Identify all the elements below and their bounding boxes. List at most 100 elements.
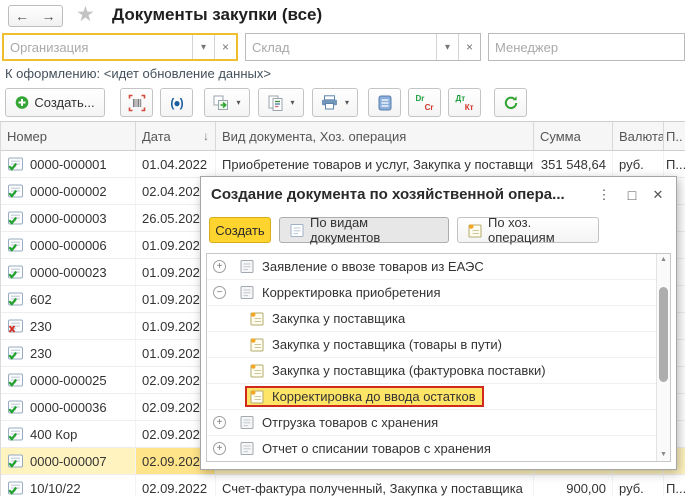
dialog-close-icon[interactable]: ✕ — [648, 185, 668, 205]
tree-scrollbar[interactable]: ▲ ▼ — [656, 254, 670, 461]
doc-types-icon — [290, 223, 304, 237]
cell-number: 400 Кор — [1, 421, 136, 447]
expand-toggle-icon[interactable]: − — [213, 286, 226, 299]
cell-date: 01.04.2022 — [136, 151, 216, 177]
tree-item-label: Закупка у поставщика (товары в пути) — [272, 337, 503, 352]
cell-sum: 351 548,64 — [534, 151, 613, 177]
scroll-up-icon[interactable]: ▲ — [657, 254, 670, 266]
back-button[interactable]: ← — [8, 5, 36, 27]
tree-item-inner: Закупка у поставщика — [245, 308, 413, 329]
cell-currency: руб. — [613, 151, 664, 177]
cell-number: 230 — [1, 340, 136, 366]
dr-cr-button[interactable]: Dr Cr — [408, 88, 441, 117]
tree-item[interactable]: Закупка у поставщика (фактуровка поставк… — [207, 358, 670, 384]
forward-button[interactable]: → — [35, 5, 63, 27]
organization-input[interactable] — [4, 35, 192, 59]
barcode-scan-button[interactable] — [120, 88, 153, 117]
toolbar: Создать... (●) ▾ ▾ ▾ Dr Cr Дт Кт — [0, 88, 685, 118]
tree-item[interactable]: Закупка у поставщика — [207, 306, 670, 332]
operation-icon — [250, 312, 264, 326]
refresh-icon — [504, 95, 517, 109]
tree-item[interactable]: − Корректировка приобретения — [207, 280, 670, 306]
column-header-date[interactable]: Дата ↓ — [136, 122, 216, 150]
tree-item-inner: Корректировка приобретения — [235, 282, 448, 303]
to-process-link[interactable]: К оформлению: <идет обновление данных> — [5, 66, 271, 81]
warehouse-dropdown-icon[interactable]: ▾ — [436, 34, 458, 60]
by-operations-toggle[interactable]: По хоз. операциям — [457, 215, 599, 245]
page-title: Документы закупки (все) — [112, 5, 323, 24]
cell-sum: 900,00 — [534, 475, 613, 496]
cell-number: 602 — [1, 286, 136, 312]
print-button[interactable]: ▾ — [312, 88, 358, 117]
organization-dropdown-icon[interactable]: ▾ — [192, 35, 214, 59]
dt-kt-icon: Дт Кт — [455, 93, 474, 112]
tree-item[interactable]: + Отгрузка товаров с хранения — [207, 410, 670, 436]
table-row[interactable]: 0000-000001 01.04.2022 Приобретение това… — [1, 151, 685, 178]
tree-item-label: Отгрузка товаров с хранения — [262, 415, 439, 430]
cell-number: 0000-000036 — [1, 394, 136, 420]
document-status-icon — [8, 184, 23, 198]
copy-icon — [213, 95, 229, 110]
create-button-label: Создать... — [34, 95, 95, 110]
scroll-down-icon[interactable]: ▼ — [657, 449, 670, 461]
document-status-icon — [8, 319, 23, 333]
cell-number: 0000-000006 — [1, 232, 136, 258]
tree-item[interactable]: Корректировка до ввода остатков — [207, 384, 670, 410]
barcode-icon — [128, 94, 145, 111]
manager-input[interactable] — [489, 34, 684, 60]
manager-filter — [488, 33, 685, 61]
print-forms-caret-icon: ▾ — [290, 98, 295, 107]
column-header-p[interactable]: П.. — [664, 122, 685, 150]
dialog-create-button[interactable]: Создать — [209, 217, 271, 243]
refresh-button[interactable] — [494, 88, 527, 117]
doc-type-icon — [240, 260, 254, 273]
top-bar: ← → ★ Документы закупки (все) — [0, 0, 685, 31]
create-button[interactable]: Создать... — [5, 88, 105, 117]
cell-number: 0000-000023 — [1, 259, 136, 285]
dialog-title-bar: Создание документа по хозяйственной опер… — [201, 177, 676, 213]
expand-toggle-icon[interactable]: + — [213, 260, 226, 273]
list-icon — [378, 95, 391, 110]
dialog-maximize-icon[interactable]: □ — [622, 185, 642, 205]
copy-button[interactable]: ▾ — [204, 88, 250, 117]
warehouse-input[interactable] — [246, 34, 436, 60]
table-row[interactable]: 10/10/22 02.09.2022 Счет-фактура получен… — [1, 475, 685, 496]
print-forms-button[interactable]: ▾ — [258, 88, 304, 117]
dialog-more-icon[interactable]: ⋮ — [594, 185, 614, 205]
cell-number: 0000-000001 — [1, 151, 136, 177]
cell-currency: руб. — [613, 475, 664, 496]
column-header-sum[interactable]: Сумма — [534, 122, 613, 150]
doc-type-icon — [240, 416, 254, 429]
expand-toggle-icon[interactable]: + — [213, 416, 226, 429]
column-header-doc-type[interactable]: Вид документа, Хоз. операция — [216, 122, 534, 150]
document-status-icon — [8, 346, 23, 360]
table-header: Номер Дата ↓ Вид документа, Хоз. операци… — [1, 122, 685, 151]
column-header-number[interactable]: Номер — [1, 122, 136, 150]
tree-item[interactable]: Закупка у поставщика (товары в пути) — [207, 332, 670, 358]
document-status-icon — [8, 292, 23, 306]
cell-number: 0000-000007 — [1, 448, 136, 474]
operation-tree: + Заявление о ввозе товаров из ЕАЭС − Ко… — [206, 253, 671, 462]
document-status-icon — [8, 211, 23, 225]
by-doc-types-toggle[interactable]: По видам документов — [279, 215, 449, 245]
tree-item[interactable]: + Заявление о ввозе товаров из ЕАЭС — [207, 254, 670, 280]
column-header-currency[interactable]: Валюта — [613, 122, 664, 150]
expand-toggle-icon[interactable]: + — [213, 442, 226, 455]
tree-item-label: Заявление о ввозе товаров из ЕАЭС — [262, 259, 484, 274]
operation-icon — [250, 338, 264, 352]
dt-kt-button[interactable]: Дт Кт — [448, 88, 481, 117]
tree-item-label: Корректировка до ввода остатков — [272, 389, 476, 404]
warehouse-clear-icon[interactable]: × — [458, 34, 480, 60]
organization-clear-icon[interactable]: × — [214, 35, 236, 59]
filter-bar: ▾ × ▾ × — [0, 33, 685, 61]
scrollbar-thumb[interactable] — [659, 287, 668, 382]
tree-item-inner: Заявление о ввозе товаров из ЕАЭС — [235, 256, 492, 277]
list-settings-button[interactable] — [368, 88, 401, 117]
document-status-icon — [8, 373, 23, 387]
tree-item[interactable]: + Отчет о списании товаров с хранения — [207, 436, 670, 461]
operation-icon — [250, 364, 264, 378]
rfid-read-button[interactable]: (●) — [160, 88, 193, 117]
cell-number: 10/10/22 — [1, 475, 136, 496]
organization-filter: ▾ × — [2, 33, 238, 61]
favorite-star-icon[interactable]: ★ — [76, 2, 95, 27]
